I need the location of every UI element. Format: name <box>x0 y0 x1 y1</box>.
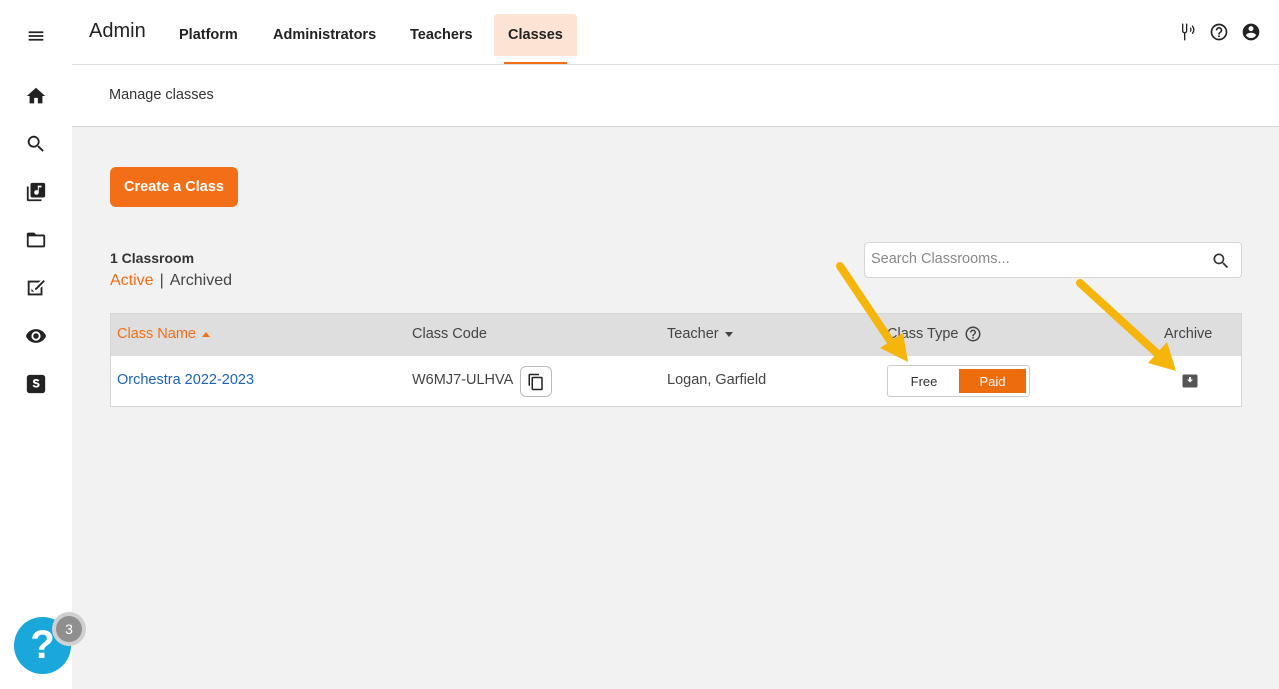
subheader: Manage classes <box>72 65 1279 127</box>
folder-icon[interactable] <box>24 228 48 252</box>
column-label: Archive <box>1164 326 1213 342</box>
class-code: W6MJ7-ULHVA <box>412 372 514 388</box>
tab-administrators[interactable]: Administrators <box>259 14 390 56</box>
table-row: Orchestra 2022-2023 W6MJ7-ULHVA Logan, G… <box>111 356 1241 408</box>
class-name-link[interactable]: Orchestra 2022-2023 <box>117 372 254 388</box>
page-title: Manage classes <box>109 87 214 103</box>
home-icon[interactable] <box>24 84 48 108</box>
column-class-code: Class Code <box>412 326 487 342</box>
column-label: Class Name <box>117 326 196 342</box>
sort-descending-icon <box>724 331 733 337</box>
top-navigation-bar: Admin Platform Administrators Teachers C… <box>72 0 1279 65</box>
search-box <box>864 242 1242 278</box>
help-circle-icon[interactable] <box>964 325 982 343</box>
column-label: Teacher <box>667 326 719 342</box>
class-type-toggle: Free Paid <box>887 365 1030 397</box>
class-type-paid-option[interactable]: Paid <box>959 369 1026 393</box>
assignment-icon[interactable] <box>24 276 48 300</box>
column-class-type: Class Type <box>887 325 982 343</box>
copy-icon <box>528 373 543 390</box>
notification-badge: 3 <box>52 612 86 646</box>
tab-teachers[interactable]: Teachers <box>396 14 487 56</box>
class-type-free-option[interactable]: Free <box>891 369 957 393</box>
s-logo-icon[interactable] <box>24 372 48 396</box>
status-filter: Active | Archived <box>110 272 232 290</box>
table-header: Class Name Class Code Teacher Class Type… <box>111 314 1241 356</box>
sort-ascending-icon <box>201 331 210 337</box>
side-rail <box>0 0 72 689</box>
create-class-button[interactable]: Create a Class <box>110 167 238 207</box>
search-icon[interactable] <box>1211 251 1231 271</box>
help-circle-icon[interactable] <box>1209 22 1229 42</box>
column-archive: Archive <box>1164 326 1212 342</box>
column-teacher[interactable]: Teacher <box>667 326 733 342</box>
column-label: Class Code <box>412 326 487 342</box>
search-input[interactable] <box>871 251 1201 267</box>
classroom-count: 1 Classroom <box>110 250 195 266</box>
menu-icon[interactable] <box>24 24 48 48</box>
filter-archived[interactable]: Archived <box>170 272 232 290</box>
teacher-name: Logan, Garfield <box>667 372 767 388</box>
archive-icon[interactable] <box>1182 373 1198 389</box>
filter-separator: | <box>159 272 164 289</box>
classes-table: Class Name Class Code Teacher Class Type… <box>110 313 1242 407</box>
eye-icon[interactable] <box>24 324 48 348</box>
filter-active[interactable]: Active <box>110 272 154 290</box>
app-title: Admin <box>89 20 146 42</box>
music-library-icon[interactable] <box>24 180 48 204</box>
column-class-name[interactable]: Class Name <box>117 326 210 342</box>
tab-platform[interactable]: Platform <box>165 14 252 56</box>
badge-count: 3 <box>56 616 82 642</box>
column-label: Class Type <box>887 326 959 342</box>
copy-code-button[interactable] <box>520 366 552 397</box>
tuning-fork-icon[interactable] <box>1177 22 1197 42</box>
search-icon[interactable] <box>24 132 48 156</box>
account-circle-icon[interactable] <box>1241 22 1261 42</box>
tab-classes[interactable]: Classes <box>494 14 577 64</box>
